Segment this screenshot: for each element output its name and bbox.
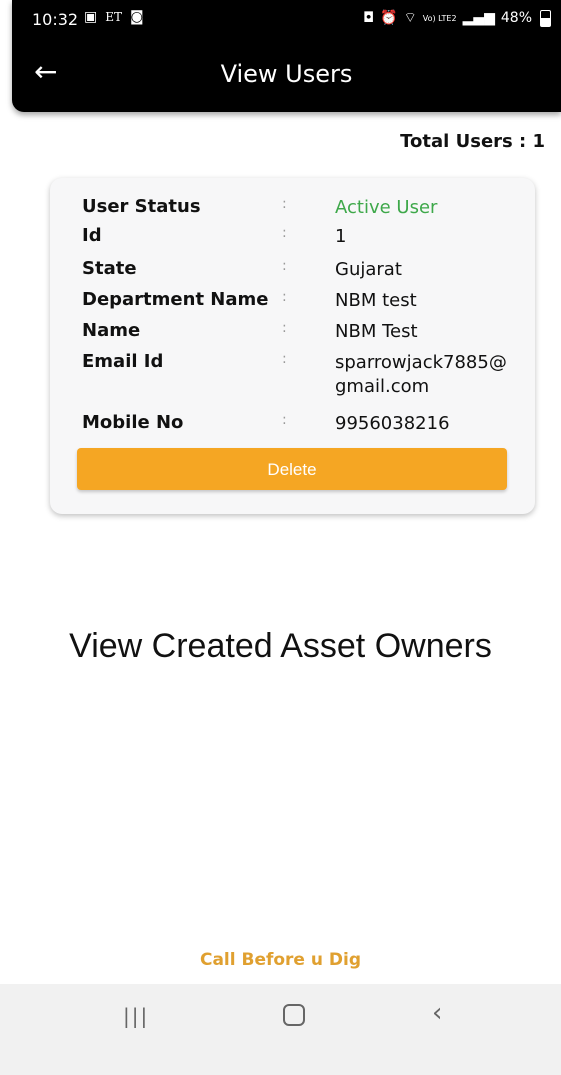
field-colon: : <box>282 289 287 305</box>
field-label: Id <box>82 225 102 246</box>
gallery-icon: ▣ <box>84 9 98 25</box>
wifi-icon: ⌔ <box>403 10 417 26</box>
home-icon[interactable] <box>283 1004 305 1026</box>
status-badge: Active User <box>335 197 438 218</box>
field-label: User Status <box>82 196 201 217</box>
back-icon[interactable]: ‹ <box>432 998 442 1028</box>
recents-icon[interactable]: ||| <box>123 1004 149 1028</box>
field-value: Gujarat <box>335 259 402 280</box>
field-colon: : <box>282 258 287 274</box>
delete-button[interactable]: Delete <box>77 448 507 490</box>
status-bar: 10:32 ▣ ET ◙ ◘ ⏰ ⌔ Vo) LTE2 ▂▄▆ 48% <box>12 0 561 42</box>
call-before-u-dig-link[interactable]: Call Before u Dig <box>0 950 561 970</box>
app-header: 10:32 ▣ ET ◙ ◘ ⏰ ⌔ Vo) LTE2 ▂▄▆ 48% ← Vi… <box>12 0 561 112</box>
user-card: User Status : Active User Id : 1 State :… <box>50 178 535 514</box>
field-value: sparrowjack7885@gmail.com <box>335 352 507 397</box>
signal-icon: ▂▄▆ <box>462 10 495 26</box>
field-label: Name <box>82 320 141 341</box>
system-nav-bar: ||| ‹ <box>0 984 561 1075</box>
field-value: 9956038216 <box>335 413 450 434</box>
field-label: State <box>82 258 137 279</box>
field-value: NBM Test <box>335 321 418 342</box>
field-colon: : <box>282 225 287 241</box>
field-colon: : <box>282 351 287 367</box>
image-icon: ◙ <box>130 9 144 25</box>
network-label: Vo) LTE2 <box>422 13 457 23</box>
field-value: NBM test <box>335 290 417 311</box>
field-value: 1 <box>335 226 347 247</box>
field-colon: : <box>282 412 287 428</box>
field-label: Email Id <box>82 351 164 372</box>
battery-text: 48% <box>500 10 532 26</box>
status-time: 10:32 <box>32 10 79 29</box>
lock-icon: ◘ <box>363 10 375 26</box>
battery-icon <box>540 9 551 27</box>
field-colon: : <box>282 196 287 212</box>
alarm-icon: ⏰ <box>380 10 398 26</box>
et-icon: ET <box>105 10 122 24</box>
total-users-label: Total Users : 1 <box>400 131 545 152</box>
field-label: Department Name <box>82 289 269 310</box>
field-label: Mobile No <box>82 412 184 433</box>
view-asset-owners-link[interactable]: View Created Asset Owners <box>0 625 561 667</box>
field-colon: : <box>282 320 287 336</box>
page-title: View Users <box>220 60 353 88</box>
